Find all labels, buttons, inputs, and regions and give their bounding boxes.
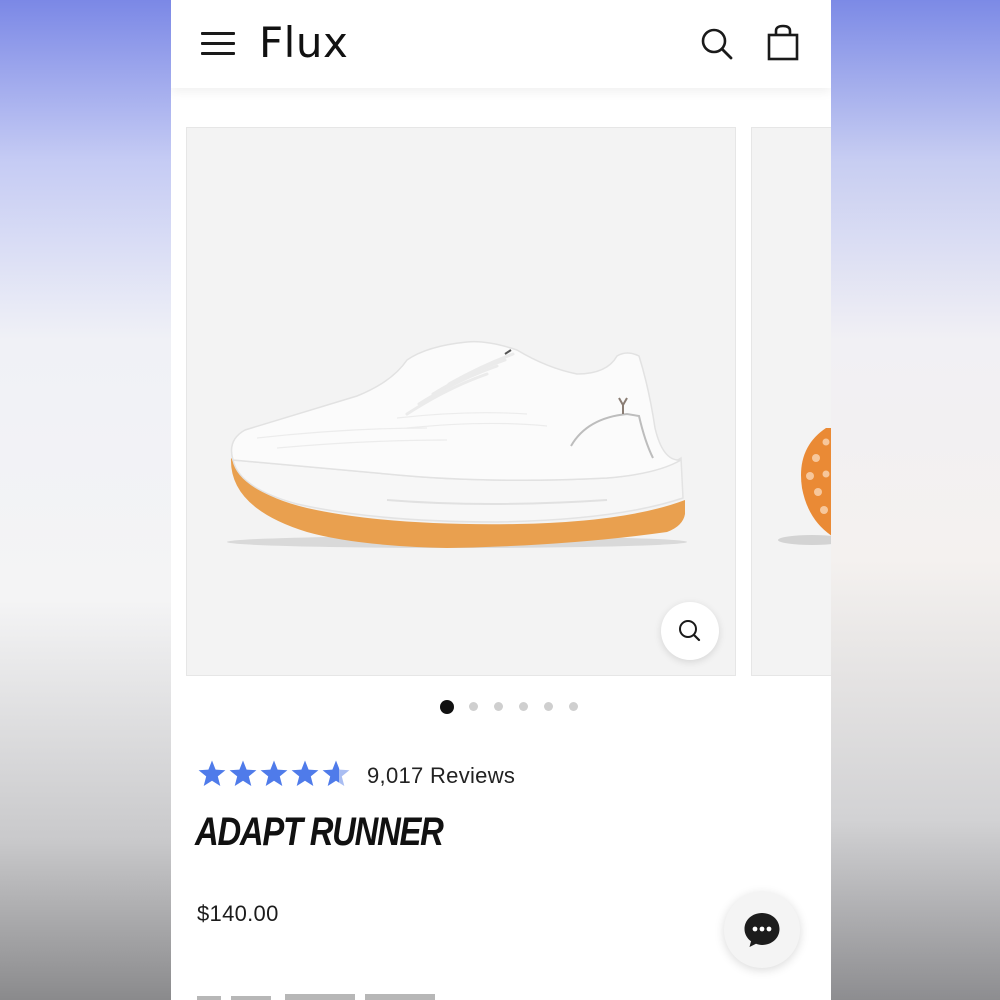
product-rating[interactable]: 9,017 Reviews: [197, 758, 597, 790]
pagination-dot[interactable]: [469, 702, 478, 711]
carousel-pagination: [171, 699, 831, 715]
search-icon[interactable]: [699, 26, 735, 62]
background-left: [0, 0, 172, 1000]
pagination-dot[interactable]: [440, 700, 454, 714]
pagination-dot[interactable]: [519, 702, 528, 711]
mobile-page: Flux 9,017 Reviews ADAPT RUNNER $140.00: [171, 0, 831, 1000]
product-gallery[interactable]: [171, 88, 831, 688]
star-icon: [260, 760, 288, 786]
product-title: ADAPT RUNNER: [195, 810, 444, 854]
zoom-magnifier-icon: [679, 620, 701, 642]
product-image-slide[interactable]: [186, 127, 736, 676]
star-half-icon: [322, 760, 350, 786]
chat-bubble-icon: [744, 913, 780, 947]
cutoff-text-line: [197, 994, 435, 1000]
pagination-dot[interactable]: [494, 702, 503, 711]
star-icon: [291, 760, 319, 786]
star-icon: [229, 760, 257, 786]
hamburger-menu-icon[interactable]: [199, 26, 237, 60]
chat-button[interactable]: [724, 892, 800, 968]
pagination-dot[interactable]: [544, 702, 553, 711]
next-image-slide[interactable]: [751, 127, 831, 676]
site-header: Flux: [171, 0, 831, 88]
shoe-image: [227, 340, 687, 548]
product-price: $140.00: [197, 901, 279, 926]
shoe-sole-image: [778, 428, 831, 545]
brand-logo[interactable]: Flux: [259, 18, 348, 68]
reviews-count-link[interactable]: 9,017 Reviews: [367, 763, 515, 789]
rating-stars: [198, 760, 350, 786]
zoom-button[interactable]: [661, 602, 719, 660]
pagination-dot[interactable]: [569, 702, 578, 711]
background-right: [830, 0, 1000, 1000]
shopping-bag-icon[interactable]: [765, 24, 801, 62]
star-icon: [198, 760, 226, 786]
